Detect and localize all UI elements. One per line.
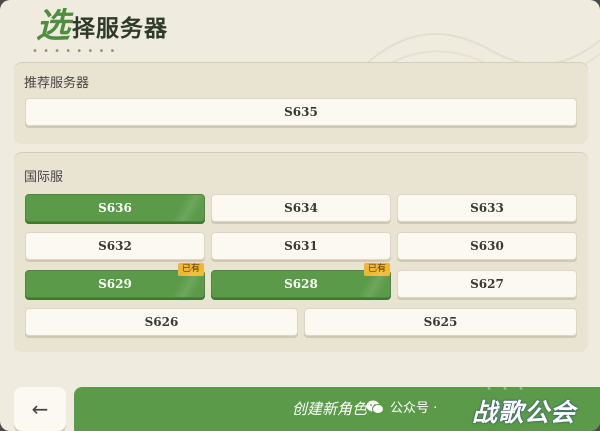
watermark-guild: 战歌公会 [472,398,577,427]
server-button-s629[interactable]: S629 已有 [25,263,205,298]
server-name: S633 [470,201,504,215]
international-label: 国际服 [24,170,64,185]
recommended-label: 推荐服务器 [24,76,90,91]
recommended-section: 推荐服务器 S635 [14,62,588,144]
server-name: S630 [470,239,504,253]
owned-badge: 已有 [363,263,390,276]
server-name: S628 [284,277,318,291]
watermark-wechat: 公众号 · [366,397,437,416]
server-button-s627[interactable]: S627 [397,270,577,298]
server-button-s634[interactable]: S634 [211,194,391,222]
server-name: S629 [98,277,132,291]
server-button-s626[interactable]: S626 [25,308,298,336]
server-button-s632[interactable]: S632 [25,232,205,260]
title-decor-dots: • • • • • • • • [32,46,117,57]
page-title: 选 择服务器 [36,6,168,46]
server-button-s628[interactable]: S628 已有 [211,263,391,298]
server-name: S626 [144,315,179,329]
server-name: S631 [284,239,318,253]
server-button-s633[interactable]: S633 [397,194,577,222]
wechat-icon [366,400,384,414]
back-button[interactable]: ← [14,387,66,431]
server-button-s636[interactable]: S636 [25,194,205,222]
owned-badge: 已有 [177,263,204,276]
server-button-recommended[interactable]: S635 [25,98,577,126]
server-name: S635 [284,105,318,119]
create-character-label: 创建新角色 [292,400,368,418]
server-button-s631[interactable]: S631 [211,232,391,260]
title-first-char: 选 [36,6,70,46]
server-name: S636 [98,201,132,215]
server-name: S627 [470,277,504,291]
title-rest: 择服务器 [72,16,168,42]
back-arrow-icon: ← [31,397,49,421]
server-name: S634 [284,201,318,215]
server-button-s625[interactable]: S625 [304,308,577,336]
international-section: 国际服 S636 S634 S633 S632 S631 S630 S629 已… [14,152,588,352]
server-name: S625 [423,315,458,329]
server-button-s630[interactable]: S630 [397,232,577,260]
watermark-wechat-text: 公众号 · [390,401,438,416]
server-select-panel: 选 择服务器 • • • • • • • • 推荐服务器 S635 国际服 S6… [0,0,600,431]
server-name: S632 [98,239,132,253]
